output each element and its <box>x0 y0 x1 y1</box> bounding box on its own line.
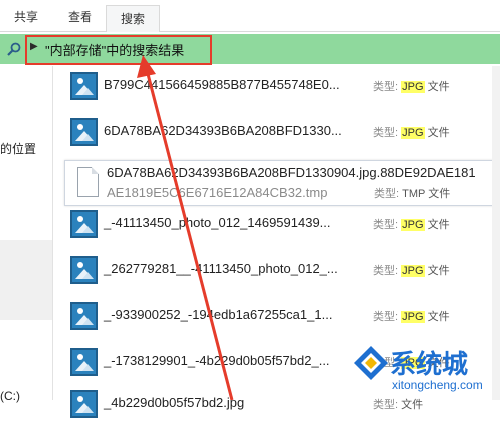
watermark-url: xitongcheng.com <box>392 378 483 392</box>
watermark: 系统城 xitongcheng.com <box>352 342 500 400</box>
annotation-arrow <box>137 55 234 400</box>
logo-icon <box>354 346 388 380</box>
watermark-text: 系统城 <box>390 349 469 379</box>
